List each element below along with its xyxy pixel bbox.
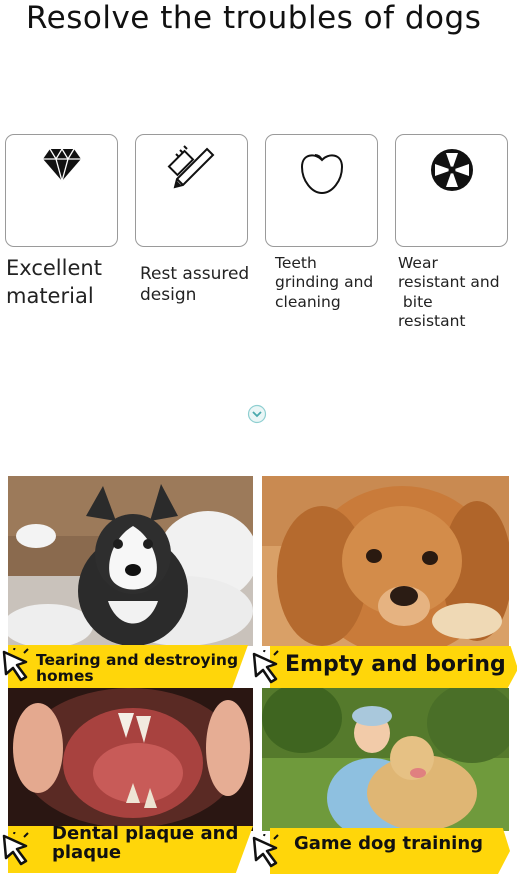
feature-label-line: cleaning [275,292,341,311]
feature-label-line: Rest assured [140,264,250,284]
pointer-cursor-icon [2,832,29,866]
photo-boy-with-golden-retriever [262,688,509,831]
feature-card-wear [395,134,508,247]
caption-game: Game dog training [294,833,484,854]
feature-label-line: Teeth [275,254,317,272]
caption-line: plaque [52,841,122,863]
feature-label-line: Wear [398,254,438,272]
feature-card-design [135,134,248,247]
page-title: Resolve the troubles of dogs [26,0,482,36]
feature-label-line: material [6,284,94,309]
photo-dog-teeth-closeup [8,688,253,831]
tooth-icon [300,154,343,195]
feature-label-material: Excellent material [6,254,102,311]
pointer-cursor-icon [2,648,29,682]
chevron-down-icon[interactable] [247,404,267,424]
feature-label-design: Rest assured design [140,264,249,307]
feature-label-line: resistant and [398,273,500,292]
diamond-icon [42,147,81,183]
feature-label-wear: Wear resistant and bite resistant [398,254,500,332]
feature-label-line: bite [398,292,433,311]
pointer-cursor-icon [252,834,279,868]
caption-line: homes [36,667,94,686]
caption-tearing: Tearing and destroying homes [36,652,238,685]
caption-empty: Empty and boring [285,652,506,677]
feature-label-teeth: Teeth grinding and cleaning [275,254,373,312]
caption-line: Tearing and destroying [36,651,239,669]
fan-icon [430,149,473,191]
feature-card-material [5,134,118,247]
feature-label-line: resistant [398,312,466,331]
feature-label-line: design [140,285,197,306]
feature-label-line: grinding and [275,273,374,292]
pointer-cursor-icon [252,650,279,684]
feature-label-line: Excellent [6,256,102,280]
feature-card-teeth [265,134,378,247]
photo-golden-retriever-lying [262,476,509,646]
caption-dental: Dental plaque and plaque [52,824,238,863]
photo-husky-torn-stuffing [8,476,253,646]
pencil-ruler-icon [167,145,214,189]
